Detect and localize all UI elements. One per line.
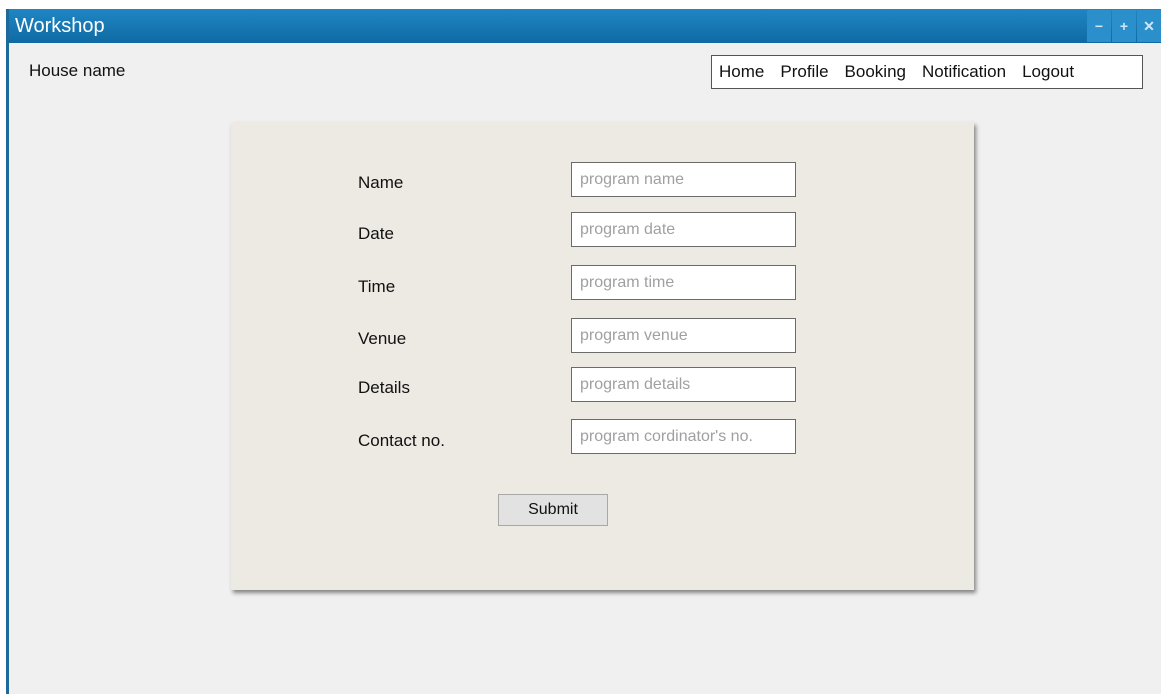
nav-item-booking[interactable]: Booking [845,62,906,82]
contact-label: Contact no. [358,431,445,450]
venue-input[interactable] [571,318,796,353]
maximize-button[interactable]: + [1112,10,1136,42]
nav-item-profile[interactable]: Profile [780,62,828,82]
workshop-window: Workshop − + ✕ House name Home Profile B… [6,9,1161,694]
close-button[interactable]: ✕ [1137,10,1161,42]
close-icon: ✕ [1143,17,1155,34]
name-input[interactable] [571,162,796,197]
house-name: House name [29,61,126,80]
window-controls: − + ✕ [1086,10,1161,42]
nav-bar: Home Profile Booking Notification Logout [711,55,1143,89]
minimize-icon: − [1094,18,1104,34]
contact-input[interactable] [571,419,796,454]
maximize-icon: + [1119,18,1129,34]
time-label: Time [358,277,396,296]
title-bar: Workshop − + ✕ [9,9,1161,43]
window-title: Workshop [15,15,105,37]
submit-button[interactable]: Submit [498,494,608,526]
nav-item-home[interactable]: Home [719,62,764,82]
details-input[interactable] [571,367,796,402]
minimize-button[interactable]: − [1087,10,1111,42]
date-label: Date [358,224,394,243]
workshop-form-panel: Name Date Time Venue Details Contact no.… [231,122,974,590]
details-label: Details [358,378,410,397]
name-label: Name [358,173,404,192]
nav-item-notification[interactable]: Notification [922,62,1006,82]
venue-label: Venue [358,329,407,348]
date-input[interactable] [571,212,796,247]
time-input[interactable] [571,265,796,300]
nav-item-logout[interactable]: Logout [1022,62,1074,82]
